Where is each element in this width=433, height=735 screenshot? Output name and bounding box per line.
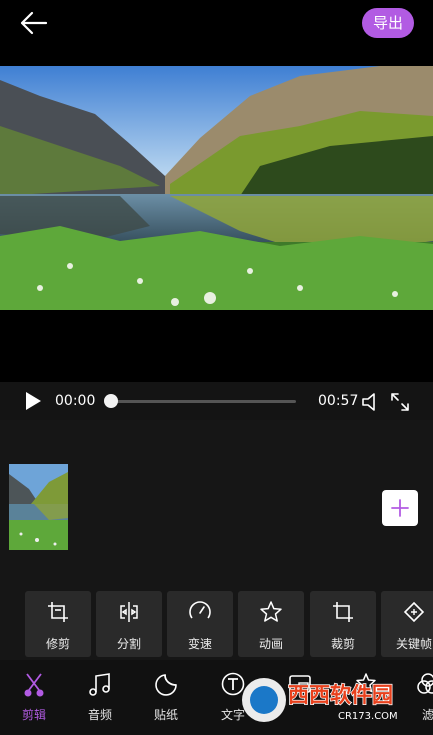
add-clip-button[interactable] xyxy=(382,490,418,526)
tool-label: 分割 xyxy=(116,637,141,651)
play-icon[interactable] xyxy=(22,390,44,412)
tool-label: 裁剪 xyxy=(330,637,355,651)
crop-icon xyxy=(333,602,353,622)
split-icon xyxy=(120,602,138,622)
sticker-icon xyxy=(155,674,177,696)
preview-letterbox xyxy=(0,310,433,382)
scissors-icon xyxy=(24,673,44,697)
filter-icon xyxy=(417,673,433,694)
back-arrow-icon[interactable] xyxy=(18,10,50,38)
tool-label: 关键帧 xyxy=(395,637,432,651)
tool-speed[interactable]: 变速 xyxy=(167,591,233,657)
tool-label: 修剪 xyxy=(45,637,70,651)
video-preview[interactable] xyxy=(0,66,433,310)
tab-label: 剪辑 xyxy=(21,708,46,722)
tool-animation[interactable]: 动画 xyxy=(238,591,304,657)
playback-bar: 00:00 00:57 xyxy=(0,382,433,420)
fullscreen-icon[interactable] xyxy=(389,391,411,413)
tool-trim[interactable]: 修剪 xyxy=(25,591,91,657)
music-note-icon xyxy=(89,673,110,696)
tool-crop[interactable]: 裁剪 xyxy=(310,591,376,657)
duration: 00:57 xyxy=(318,393,359,409)
timeline-area xyxy=(0,420,433,588)
tool-keyframe[interactable]: 关键帧 xyxy=(381,591,433,657)
tool-split[interactable]: 分割 xyxy=(96,591,162,657)
top-bar: 导出 xyxy=(0,0,433,66)
tab-label: 音频 xyxy=(87,708,112,722)
current-time: 00:00 xyxy=(55,393,96,409)
animation-icon xyxy=(260,601,282,622)
volume-icon[interactable] xyxy=(361,391,381,413)
trim-icon xyxy=(48,602,68,622)
svg-text:CR173.COM: CR173.COM xyxy=(338,711,398,722)
seek-thumb[interactable] xyxy=(104,394,118,408)
svg-text:西西软件园: 西西软件园 xyxy=(288,683,393,707)
seek-track[interactable] xyxy=(110,400,296,403)
tab-edit[interactable]: 剪辑 xyxy=(6,670,62,726)
tab-sticker[interactable]: 贴纸 xyxy=(138,670,194,726)
edit-tools: 修剪 分割 变速 动画 裁剪 关键帧 xyxy=(0,588,433,660)
tool-label: 变速 xyxy=(187,637,212,651)
clip-thumbnail[interactable] xyxy=(9,464,68,550)
tool-label: 动画 xyxy=(258,637,283,651)
export-button[interactable]: 导出 xyxy=(362,8,414,38)
speed-icon xyxy=(189,601,211,619)
tab-label: 贴纸 xyxy=(153,708,178,722)
keyframe-icon xyxy=(403,601,425,623)
tab-audio[interactable]: 音频 xyxy=(72,670,128,726)
watermark-logo: 西西软件园 CR173.COM xyxy=(238,672,418,726)
